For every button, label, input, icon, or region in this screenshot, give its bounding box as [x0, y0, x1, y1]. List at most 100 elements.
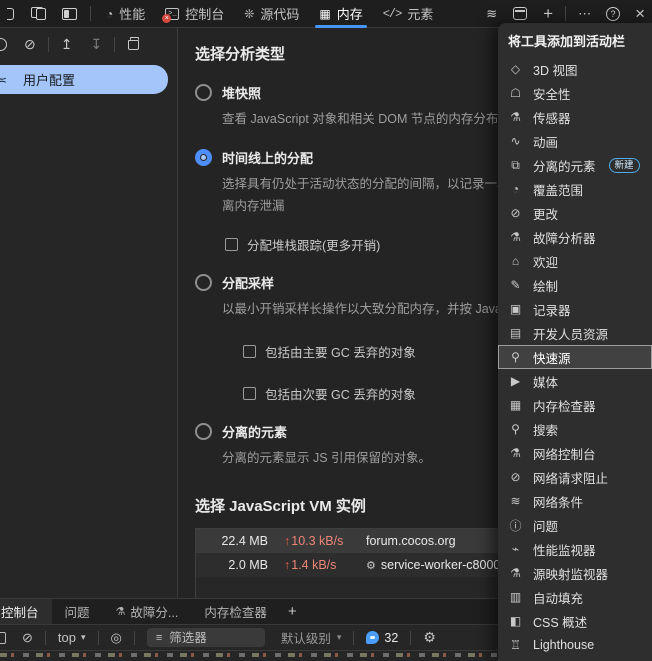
menu-item-performance-monitor[interactable]: ⌁ 性能监视器 [498, 537, 652, 561]
menu-item-media[interactable]: ▶ 媒体 [498, 369, 652, 393]
help-icon[interactable]: ? [606, 6, 621, 21]
up-arrow-icon: ↑ [284, 534, 291, 548]
quick-source-icon: ⚲ [511, 350, 520, 364]
pen-icon: ✎ [510, 278, 521, 292]
menu-item-changes[interactable]: ⊘ 更改 [498, 201, 652, 225]
checkbox-icon[interactable] [243, 345, 256, 358]
menu-item-developer-resources[interactable]: ▤ 开发人员资源 [498, 321, 652, 345]
clear-icon[interactable]: ⊘ [15, 36, 45, 53]
divider [47, 36, 49, 52]
drawer-tab-crash-analyzer[interactable]: ⚗ 故障分... [103, 599, 192, 624]
filter-input[interactable] [169, 630, 250, 645]
menu-item-crash-analyzer[interactable]: ⚗ 故障分析器 [498, 225, 652, 249]
tab-performance[interactable]: ◔ 性能 [96, 0, 155, 28]
menu-item-label: 故障分析器 [533, 231, 596, 246]
menu-item-label: 网络请求阻止 [533, 471, 609, 486]
menu-item-sensors[interactable]: ⚗ 传感器 [498, 105, 652, 129]
wifi-gear-icon: ≋ [510, 494, 521, 508]
search-icon: ⚲ [511, 422, 520, 436]
profile-item-icon: ≍ [0, 73, 13, 87]
menu-item-welcome[interactable]: ⌂ 欢迎 [498, 249, 652, 273]
drawer-tab-issues[interactable]: 问题 [52, 599, 103, 624]
dock-side-icon[interactable] [62, 7, 77, 20]
console-settings-gear-icon[interactable]: ⚙ [415, 629, 444, 646]
new-badge: 新建 [608, 157, 640, 173]
load-profile-icon[interactable]: ↥ [52, 36, 82, 53]
log-level-label: 默认级别 [280, 632, 331, 646]
menu-item-label: 网络控制台 [533, 447, 596, 462]
context-selector[interactable]: top ▾ [50, 630, 94, 645]
menu-item-animations[interactable]: ∿ 动画 [498, 129, 652, 153]
menu-item-label: 覆盖范围 [533, 183, 584, 198]
drawer-tab-console[interactable]: 控制台 [0, 599, 52, 624]
menu-item-network-console[interactable]: ⚗ 网络控制台 [498, 441, 652, 465]
menu-item-label: 自动填充 [533, 591, 584, 606]
tab-label: 控制台 [185, 7, 225, 22]
menu-item-label: 网络条件 [533, 495, 584, 510]
drawer-add-tab-icon[interactable]: + [280, 599, 305, 624]
pulse-icon: ⌁ [511, 542, 520, 556]
divider [133, 630, 135, 645]
network-wifi-icon[interactable]: ≋ [479, 0, 504, 28]
drawer-tab-memory-inspector[interactable]: 内存检查器 [191, 599, 280, 624]
sensor-icon: ⚗ [510, 110, 521, 124]
record-icon[interactable] [0, 37, 7, 51]
divider [114, 36, 116, 52]
menu-item-label: 传感器 [533, 111, 571, 126]
sidebar-item-user-profile[interactable]: ≍ 用户配置 [0, 65, 168, 94]
menu-item-label: 安全性 [533, 87, 571, 102]
clear-console-icon[interactable]: ⊘ [14, 630, 41, 646]
menu-item-pigment[interactable]: ✎ 绘制 [498, 273, 652, 297]
menu-item-label: 记录器 [533, 303, 571, 318]
menu-item-lighthouse[interactable]: ♖ Lighthouse [498, 633, 652, 657]
block-icon: ⊘ [510, 470, 521, 484]
menu-item-coverage[interactable]: ◔ 覆盖范围 [498, 177, 652, 201]
divider [565, 6, 567, 21]
menu-item-3d-view[interactable]: ◇ 3D 视图 [498, 57, 652, 81]
checkbox-icon[interactable] [243, 387, 256, 400]
shield-lock-icon: ☖ [510, 86, 521, 100]
radio-icon-selected[interactable] [195, 149, 212, 166]
menu-item-network-request-blocking[interactable]: ⊘ 网络请求阻止 [498, 465, 652, 489]
menu-item-detached-elements[interactable]: ⧉ 分离的元素 新建 [498, 153, 652, 177]
radio-label: 分配采样 [222, 276, 275, 291]
tab-elements[interactable]: </> 元素 [373, 0, 444, 28]
menu-item-source-map-monitor[interactable]: ⚗ 源映射监视器 [498, 561, 652, 585]
menu-item-label: 性能监视器 [533, 543, 596, 558]
radio-icon[interactable] [195, 84, 212, 101]
message-count: 32 [384, 630, 399, 645]
menu-item-label: 3D 视图 [533, 63, 578, 78]
checkbox-label: 包括由主要 GC 丢弃的对象 [265, 346, 416, 360]
radio-icon[interactable] [195, 274, 212, 291]
changes-icon: ⊘ [510, 206, 521, 220]
tab-sources[interactable]: ❊ 源代码 [234, 0, 309, 28]
tab-label: 性能 [119, 7, 146, 22]
log-level-selector[interactable]: 默认级别 ▾ [273, 628, 350, 647]
save-profile-icon[interactable]: ↧ [81, 36, 111, 53]
menu-item-memory-inspector[interactable]: ▦ 内存检查器 [498, 393, 652, 417]
menu-item-security[interactable]: ☖ 安全性 [498, 81, 652, 105]
pie-chart-icon: ◔ [511, 182, 520, 196]
menu-item-css-overview[interactable]: ◧ CSS 概述 [498, 609, 652, 633]
beaker-icon: ⚗ [510, 230, 521, 244]
divider [353, 630, 355, 645]
menu-item-quick-source[interactable]: ⚲ 快速源 [498, 345, 652, 369]
device-emulation-icon[interactable] [31, 7, 46, 20]
menu-item-issues[interactable]: ⓘ 问题 [498, 513, 652, 537]
live-expression-eye-icon[interactable]: ◎ [103, 630, 130, 646]
tab-console[interactable]: >_ × 控制台 [155, 0, 234, 28]
menu-item-network-conditions[interactable]: ≋ 网络条件 [498, 489, 652, 513]
radio-icon[interactable] [195, 423, 212, 440]
menu-item-recorder[interactable]: ▣ 记录器 [498, 297, 652, 321]
tab-memory[interactable]: ▦ 内存 [309, 0, 372, 28]
menu-item-autofill[interactable]: ▥ 自动填充 [498, 585, 652, 609]
console-sidebar-toggle-icon[interactable] [0, 631, 6, 644]
trash-icon[interactable] [128, 37, 140, 51]
profile-item-label: 用户配置 [23, 73, 76, 88]
storage-icon[interactable] [513, 7, 528, 20]
console-filter-box[interactable]: ≡ [146, 628, 265, 647]
message-count-badge[interactable]: 32 [358, 631, 406, 645]
checkbox-icon[interactable] [225, 238, 238, 251]
memory-chip-icon: ▦ [509, 398, 522, 412]
menu-item-search[interactable]: ⚲ 搜索 [498, 417, 652, 441]
